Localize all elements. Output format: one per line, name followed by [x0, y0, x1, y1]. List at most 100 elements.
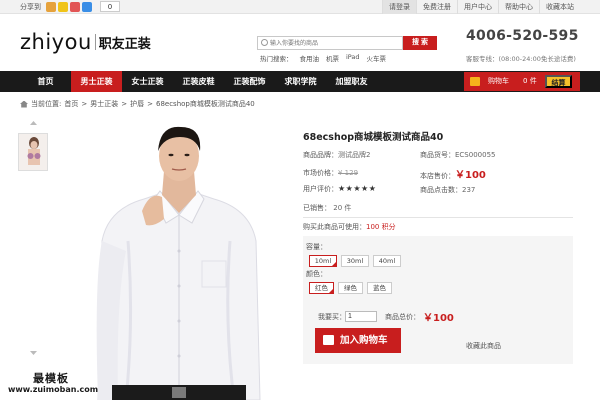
quantity-label: 我要买： — [318, 313, 346, 321]
product-title: 68ecshop商城模板测试商品40 — [303, 132, 444, 143]
watermark-logo: 最模板 — [33, 372, 69, 385]
shopping-bag-icon — [470, 77, 480, 86]
hot-search: 热门搜索： 食用油 机票 iPad 火车票 — [260, 53, 386, 63]
add-to-cart-label: 加入购物车 — [340, 335, 388, 346]
share-icons — [46, 2, 92, 12]
search-icon — [261, 39, 268, 46]
top-links: 请登录 免费注册 用户中心 帮助中心 收藏本站 — [382, 0, 580, 14]
nav-item-formal-shoes[interactable]: 正装皮鞋 — [173, 71, 224, 92]
color-option-green[interactable]: 绿色 — [338, 282, 363, 294]
nav-item-franchise[interactable]: 加盟职友 — [326, 71, 377, 92]
sku-label: 商品货号： — [420, 151, 455, 159]
login-link[interactable]: 请登录 — [382, 0, 416, 14]
brand-row: 商品品牌：测试品牌2 — [303, 150, 370, 160]
tencent-weibo-icon[interactable] — [82, 2, 92, 12]
shop-price-row: 本店售价：￥100 — [420, 166, 486, 181]
logo-divider — [94, 34, 96, 50]
hot-search-label: 热门搜索： — [260, 55, 293, 63]
color-label: 颜色： — [306, 270, 327, 278]
clicks-label: 商品点击数： — [420, 186, 462, 194]
thumb-scroll-down-icon[interactable] — [30, 351, 37, 355]
logo-cn-text: 职友正装 — [98, 36, 151, 52]
share-label: 分享到 — [20, 3, 41, 11]
nav-item-women-formal[interactable]: 女士正装 — [122, 71, 173, 92]
hot-term-link[interactable]: 机票 — [326, 53, 339, 63]
sku-value: ECS000055 — [455, 151, 496, 159]
top-bar: 分享到 0 请登录 免费注册 用户中心 帮助中心 收藏本站 — [0, 0, 600, 14]
sku-row: 商品货号：ECS000055 — [420, 150, 495, 160]
search-box — [257, 36, 403, 50]
breadcrumb-current: 68ecshop商城模板测试商品40 — [155, 100, 255, 108]
breadcrumb-subcategory[interactable]: 护唇 — [130, 99, 144, 109]
sina-weibo-icon[interactable] — [46, 2, 56, 12]
color-option-red[interactable]: 红色 — [309, 282, 334, 294]
brand-label: 商品品牌： — [303, 151, 338, 159]
product-main-image[interactable] — [68, 121, 290, 400]
logo-text: zhiyou — [20, 30, 92, 54]
rating-label: 用户评价： — [303, 185, 338, 193]
search-input[interactable] — [270, 38, 400, 49]
market-price-row: 市场价格：¥ 129 — [303, 168, 358, 178]
cart-count: 0 件 — [523, 77, 537, 85]
mini-cart[interactable]: 购物车 0 件 结算 — [464, 72, 580, 91]
watermark-url: www.zuimoban.com — [8, 385, 99, 394]
quantity-input[interactable] — [345, 311, 377, 322]
sold-label: 已销售： — [303, 204, 331, 212]
register-link[interactable]: 免费注册 — [416, 0, 457, 14]
home-icon — [20, 100, 28, 108]
breadcrumb-sep: > — [81, 100, 88, 108]
market-price-label: 市场价格： — [303, 169, 338, 177]
shop-price-label: 本店售价： — [420, 172, 455, 180]
points-value: 100 积分 — [366, 223, 396, 231]
capacity-option-30ml[interactable]: 30ml — [341, 255, 369, 267]
breadcrumb-category[interactable]: 男士正装 — [90, 99, 118, 109]
renren-icon[interactable] — [70, 2, 80, 12]
nav-item-men-formal[interactable]: 男士正装 — [71, 71, 122, 92]
hot-term-link[interactable]: 火车票 — [367, 53, 387, 63]
breadcrumb-sep: > — [147, 100, 153, 108]
capacity-option-40ml[interactable]: 40ml — [373, 255, 401, 267]
share-count: 0 — [100, 1, 120, 12]
hot-term-link[interactable]: iPad — [346, 53, 360, 63]
hot-term-link[interactable]: 食用油 — [300, 53, 320, 63]
qzone-icon[interactable] — [58, 2, 68, 12]
nav-item-accessories[interactable]: 正装配饰 — [224, 71, 275, 92]
shop-price-value: ￥100 — [455, 170, 486, 181]
sold-row: 已销售： 20 件 — [303, 203, 351, 213]
info-divider — [303, 217, 573, 218]
points-row: 购买此商品可使用：100 积分 — [303, 222, 396, 232]
thumb-scroll-up-icon[interactable] — [30, 121, 37, 125]
favorite-product-link[interactable]: 收藏此商品 — [466, 341, 501, 351]
color-option-blue[interactable]: 蓝色 — [367, 282, 392, 294]
breadcrumb-sep: > — [121, 100, 128, 108]
hotline-number: 4006-520-595 — [466, 28, 579, 44]
user-center-link[interactable]: 用户中心 — [457, 0, 498, 14]
checkout-button[interactable]: 结算 — [545, 75, 572, 88]
breadcrumb: 当前位置: 首页 > 男士正装 > 护唇 > 68ecshop商城模板测试商品4… — [20, 99, 255, 109]
points-label: 购买此商品可使用： — [303, 223, 366, 231]
total-price-label: 商品总价： — [385, 313, 420, 321]
search-button[interactable]: 搜 索 — [403, 36, 437, 50]
add-to-cart-button[interactable]: 加入购物车 — [315, 328, 401, 353]
cart-label: 购物车 — [488, 77, 509, 85]
hotline-hours: 客服专线：(08:00-24:00免长途话费) — [466, 55, 576, 63]
help-center-link[interactable]: 帮助中心 — [498, 0, 539, 14]
site-logo[interactable]: zhiyou 职友正装 — [20, 30, 151, 54]
clicks-row: 商品点击数：237 — [420, 185, 475, 195]
rating-row: 用户评价：★★★★★ — [303, 184, 376, 194]
sold-value: 20 件 — [333, 204, 352, 212]
bookmark-link[interactable]: 收藏本站 — [539, 0, 580, 14]
brand-value[interactable]: 测试品牌2 — [338, 151, 370, 159]
cart-icon — [323, 335, 334, 345]
total-price-value: ￥100 — [423, 313, 454, 324]
nav-item-home[interactable]: 首页 — [20, 71, 71, 92]
clicks-value: 237 — [462, 186, 476, 194]
market-price-value: ¥ 129 — [338, 169, 359, 177]
breadcrumb-prefix: 当前位置: — [31, 100, 62, 108]
product-thumbnail[interactable] — [18, 133, 48, 171]
capacity-label: 容量： — [306, 243, 327, 251]
rating-stars-icon: ★★★★★ — [338, 184, 377, 193]
nav-item-job-academy[interactable]: 求职学院 — [275, 71, 326, 92]
breadcrumb-home[interactable]: 首页 — [64, 99, 78, 109]
capacity-option-10ml[interactable]: 10ml — [309, 255, 337, 267]
